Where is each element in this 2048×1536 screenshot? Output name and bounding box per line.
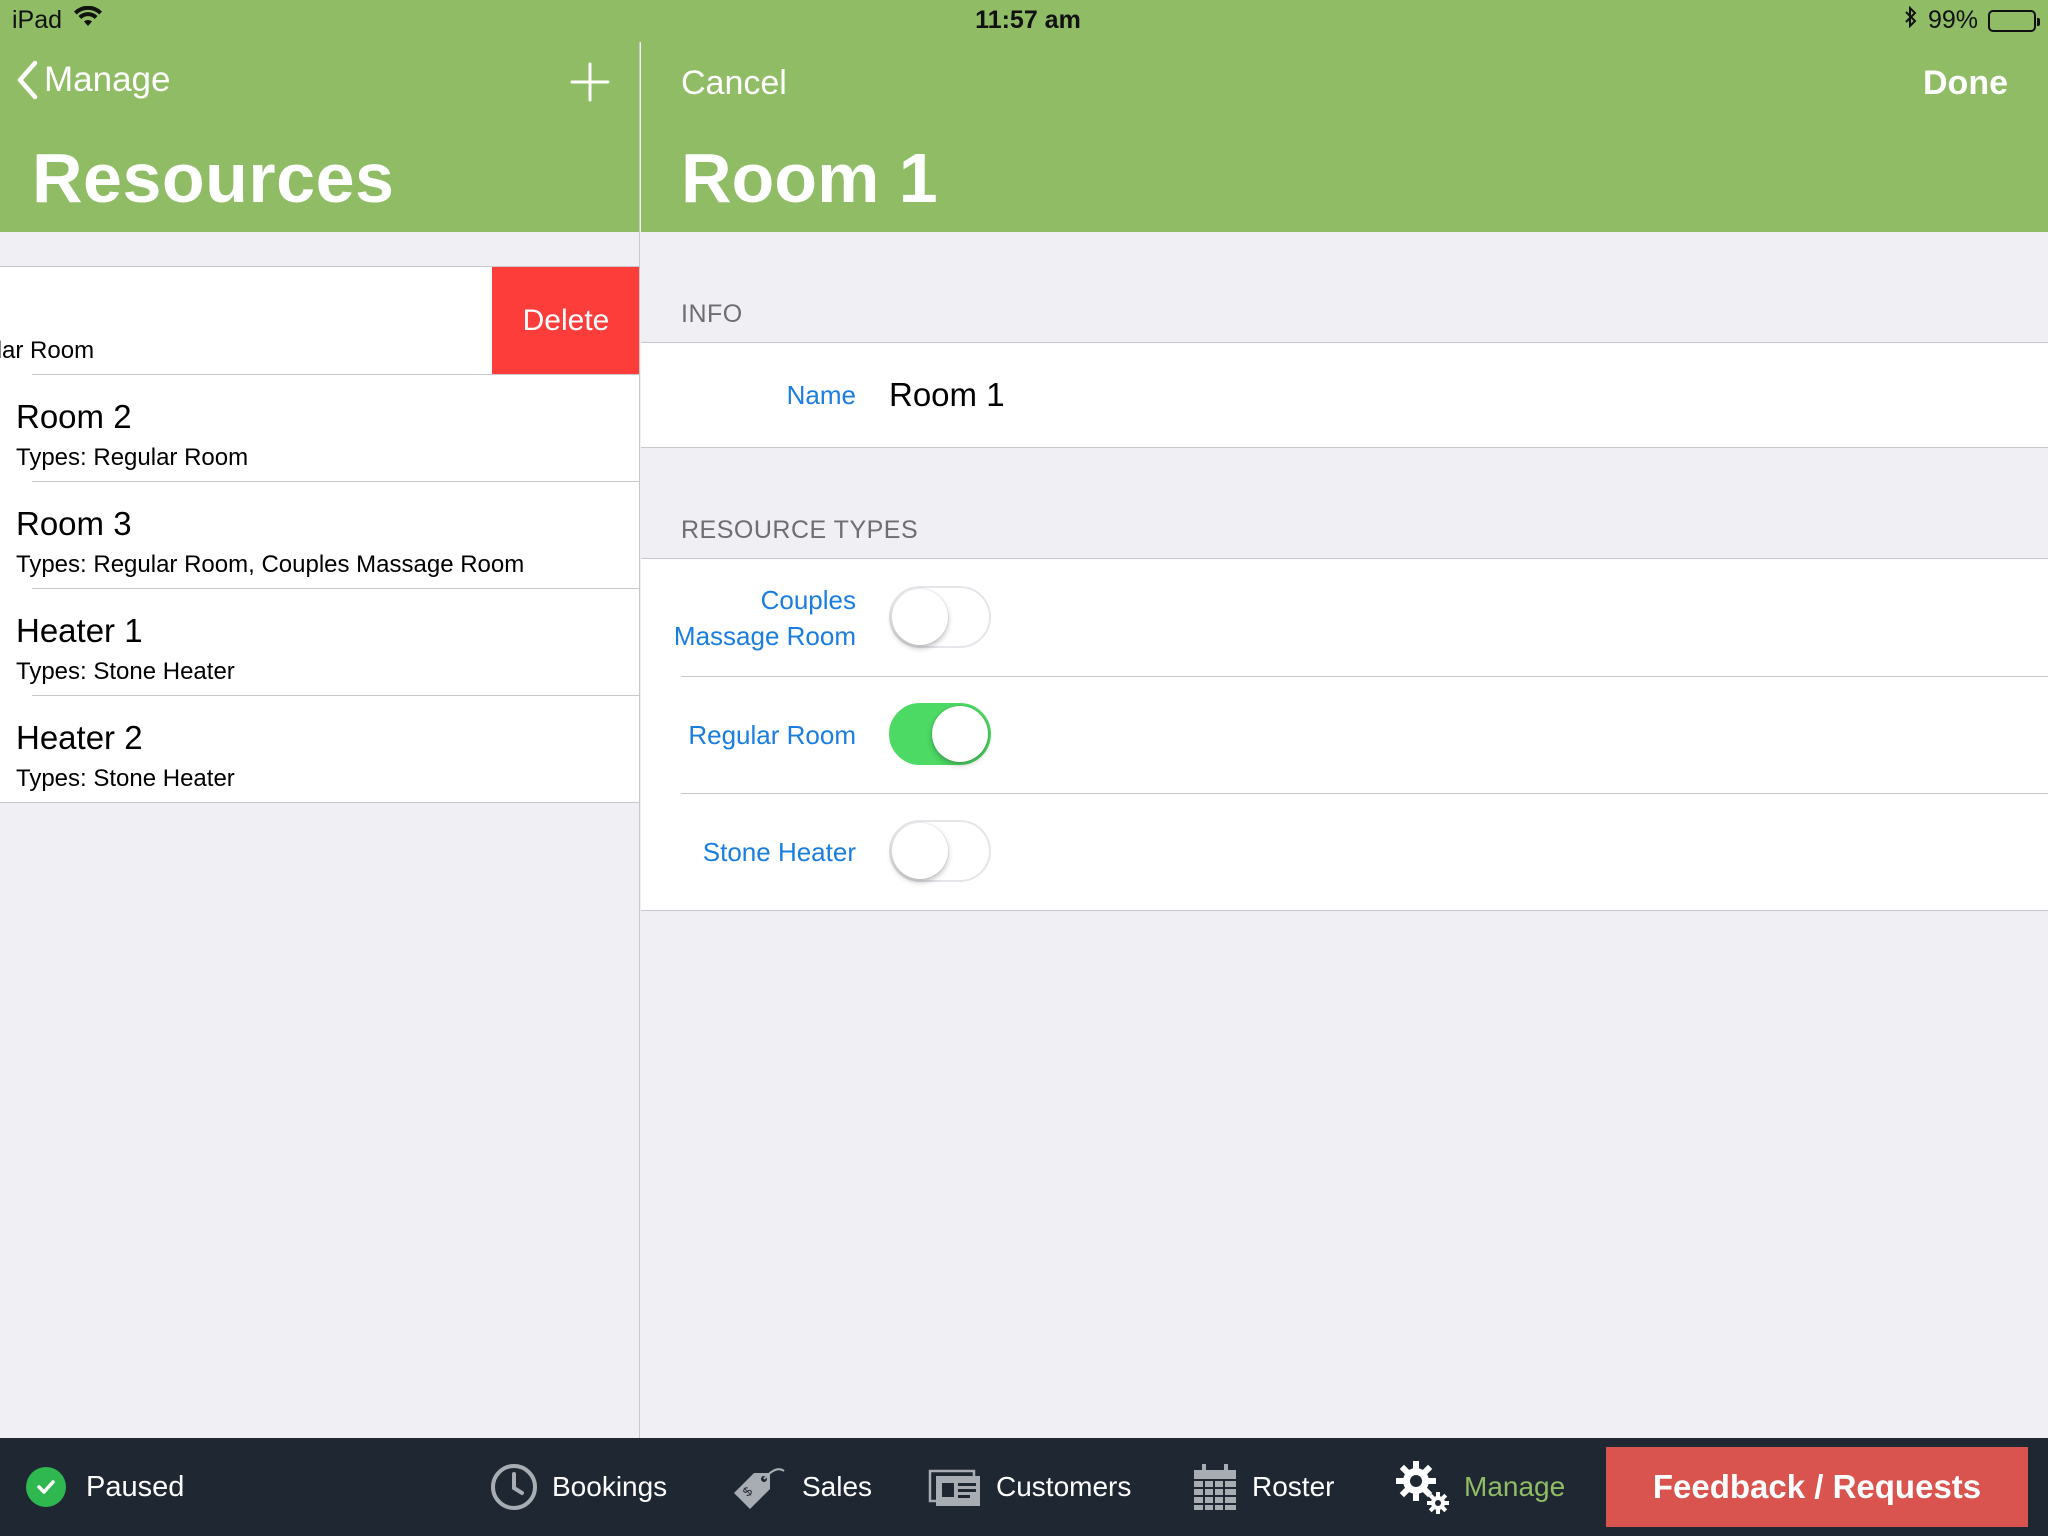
name-field-row[interactable]: Name Room 1 <box>641 343 2048 447</box>
battery-icon <box>1988 9 2040 32</box>
back-button[interactable]: Manage <box>16 60 170 100</box>
calendar-icon <box>1194 1464 1236 1510</box>
customers-cards-icon <box>928 1469 980 1506</box>
sync-status[interactable]: Paused <box>26 1438 184 1536</box>
tab-label: Roster <box>1252 1471 1335 1502</box>
chevron-left-icon <box>17 60 38 100</box>
stone-heater-switch[interactable] <box>889 820 991 882</box>
list-item[interactable]: Room 2 Types: Regular Room <box>0 374 639 481</box>
tab-label: Manage <box>1464 1471 1566 1502</box>
list-item-subtitle: Types: Regular Room, Couples Massage Roo… <box>16 551 525 578</box>
name-field[interactable]: Room 1 <box>889 343 1005 447</box>
tab-roster[interactable]: Roster <box>1192 1438 1334 1536</box>
list-item[interactable]: Room 3 Types: Regular Room, Couples Mass… <box>0 481 639 588</box>
list-item-subtitle: Types: Stone Heater <box>16 765 235 792</box>
type-label-stone-heater: Stone Heater <box>702 836 856 867</box>
switch-knob <box>932 706 988 762</box>
gears-icon <box>1396 1461 1449 1514</box>
list-item[interactable]: Heater 1 Types: Stone Heater <box>0 588 639 695</box>
switch-knob <box>892 589 948 645</box>
done-button[interactable]: Done <box>1923 64 2008 103</box>
list-item-title: Heater 2 <box>16 719 143 756</box>
status-bar: iPad 11:57 am 99% <box>0 0 2048 42</box>
resource-list: gular Room Delete Room 2 Types: Regular … <box>0 266 639 803</box>
detail-title: Room 1 <box>681 139 938 217</box>
sync-status-label: Paused <box>86 1470 185 1503</box>
tab-label: Bookings <box>552 1471 668 1502</box>
resource-types-group: Couples Massage Room Regular Room Stone H… <box>641 558 2048 911</box>
switch-knob <box>892 823 948 879</box>
back-button-label: Manage <box>44 60 171 99</box>
bottom-tab-bar: Paused Bookings $ Sales Customers Roster <box>0 1438 2048 1536</box>
type-label-couples-massage-room: Couples Massage Room <box>656 559 856 676</box>
list-item-subtitle: Types: Stone Heater <box>16 658 235 685</box>
list-item-title: Room 2 <box>16 398 132 435</box>
status-time: 11:57 am <box>975 6 1081 34</box>
checkmark-icon <box>26 1467 66 1507</box>
clock-icon <box>491 1464 537 1510</box>
plus-icon <box>570 62 610 102</box>
list-item-subtitle: gular Room <box>0 337 95 364</box>
type-row-stone-heater: Stone Heater <box>641 793 2048 910</box>
couples-massage-room-switch[interactable] <box>889 586 991 648</box>
type-label-regular-room: Regular Room <box>688 719 856 750</box>
page-title: Resources <box>32 139 395 217</box>
regular-room-switch[interactable] <box>889 703 991 765</box>
name-field-label: Name <box>786 380 856 410</box>
type-row-regular-room: Regular Room <box>641 676 2048 793</box>
detail-panel: Cancel Done Room 1 INFO Name Room 1 RESO… <box>641 0 2048 1438</box>
tab-label: Sales <box>802 1471 873 1502</box>
master-panel: Manage Resources gular Room Delete Room … <box>0 0 640 1438</box>
info-section-header: INFO <box>681 300 743 328</box>
tab-customers[interactable]: Customers <box>928 1438 1131 1536</box>
delete-button[interactable]: Delete <box>492 267 639 374</box>
type-label-line: Couples <box>760 584 856 615</box>
tab-sales[interactable]: $ Sales <box>730 1438 872 1536</box>
info-group: Name Room 1 <box>641 342 2048 448</box>
list-item-title: Heater 1 <box>16 612 143 649</box>
bluetooth-icon <box>1904 5 1918 35</box>
battery-percent: 99% <box>1927 6 1978 34</box>
resource-types-section-header: RESOURCE TYPES <box>681 516 919 544</box>
list-item[interactable]: gular Room Delete <box>0 267 639 374</box>
tab-label: Customers <box>996 1471 1132 1502</box>
type-label-line: Massage Room <box>673 620 856 651</box>
tab-manage[interactable]: Manage <box>1394 1438 1565 1536</box>
price-tag-icon: $ <box>734 1468 785 1509</box>
tab-bookings[interactable]: Bookings <box>490 1438 667 1536</box>
add-resource-button[interactable] <box>570 62 610 102</box>
list-item-subtitle: Types: Regular Room <box>16 444 249 471</box>
list-item[interactable]: Heater 2 Types: Stone Heater <box>0 695 639 802</box>
feedback-requests-button[interactable]: Feedback / Requests <box>1606 1447 2028 1527</box>
list-item-title: Room 3 <box>16 505 132 542</box>
cancel-button[interactable]: Cancel <box>681 64 787 103</box>
type-row-couples-massage-room: Couples Massage Room <box>641 559 2048 676</box>
